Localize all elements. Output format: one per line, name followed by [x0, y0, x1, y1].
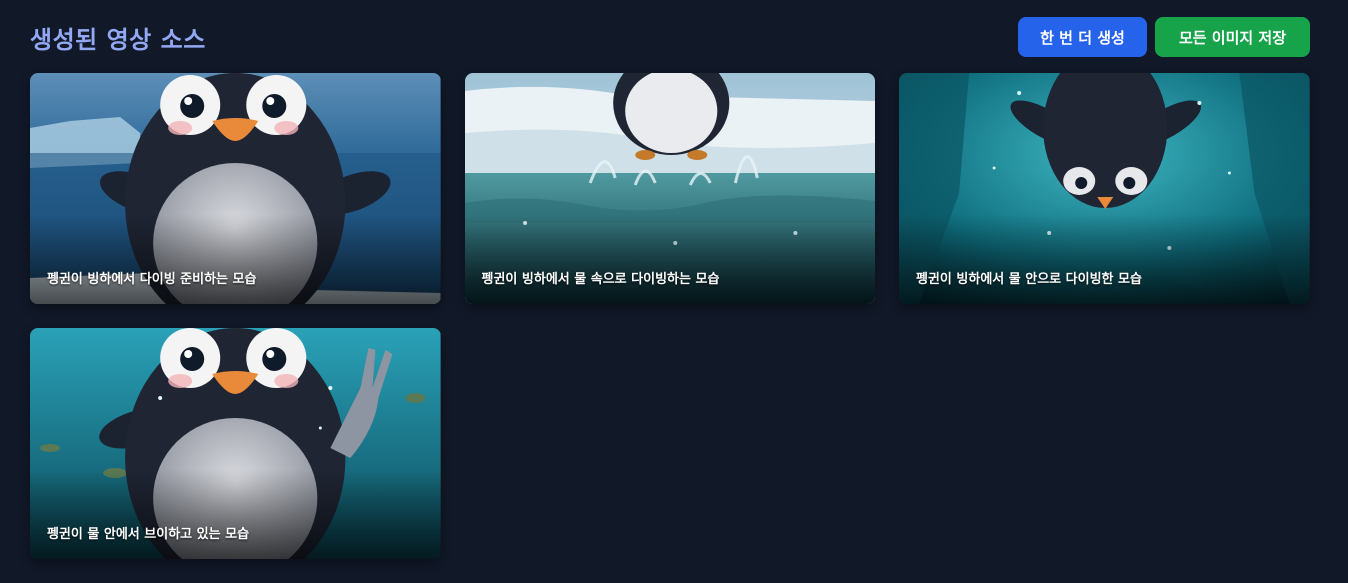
generated-sources-page: 생성된 영상 소스 한 번 더 생성 모든 이미지 저장 펭귄이 빙하에서 다이… — [0, 0, 1348, 583]
image-card[interactable]: 펭귄이 빙하에서 물 안으로 다이빙한 모습 — [899, 73, 1310, 304]
image-grid: 펭귄이 빙하에서 다이빙 준비하는 모습 펭귄이 빙하에서 물 속으로 다이빙하… — [30, 73, 1310, 559]
image-card[interactable]: 펭귄이 빙하에서 다이빙 준비하는 모습 — [30, 73, 441, 304]
image-caption: 펭귄이 빙하에서 물 속으로 다이빙하는 모습 — [481, 272, 720, 287]
save-all-images-button[interactable]: 모든 이미지 저장 — [1155, 17, 1310, 57]
image-card[interactable]: 펭귄이 물 안에서 브이하고 있는 모습 — [30, 328, 441, 559]
page-title: 생성된 영상 소스 — [30, 25, 206, 54]
caption-overlay — [464, 214, 875, 304]
image-caption: 펭귄이 빙하에서 다이빙 준비하는 모습 — [47, 272, 257, 287]
caption-overlay — [899, 214, 1310, 304]
header: 생성된 영상 소스 한 번 더 생성 모든 이미지 저장 — [30, 17, 1310, 57]
caption-overlay — [30, 469, 441, 559]
header-actions: 한 번 더 생성 모든 이미지 저장 — [1018, 17, 1310, 57]
regenerate-button[interactable]: 한 번 더 생성 — [1018, 17, 1147, 57]
image-caption: 펭귄이 물 안에서 브이하고 있는 모습 — [47, 527, 250, 542]
image-card[interactable]: 펭귄이 빙하에서 물 속으로 다이빙하는 모습 — [464, 73, 875, 304]
caption-overlay — [30, 214, 441, 304]
image-caption: 펭귄이 빙하에서 물 안으로 다이빙한 모습 — [916, 272, 1142, 287]
